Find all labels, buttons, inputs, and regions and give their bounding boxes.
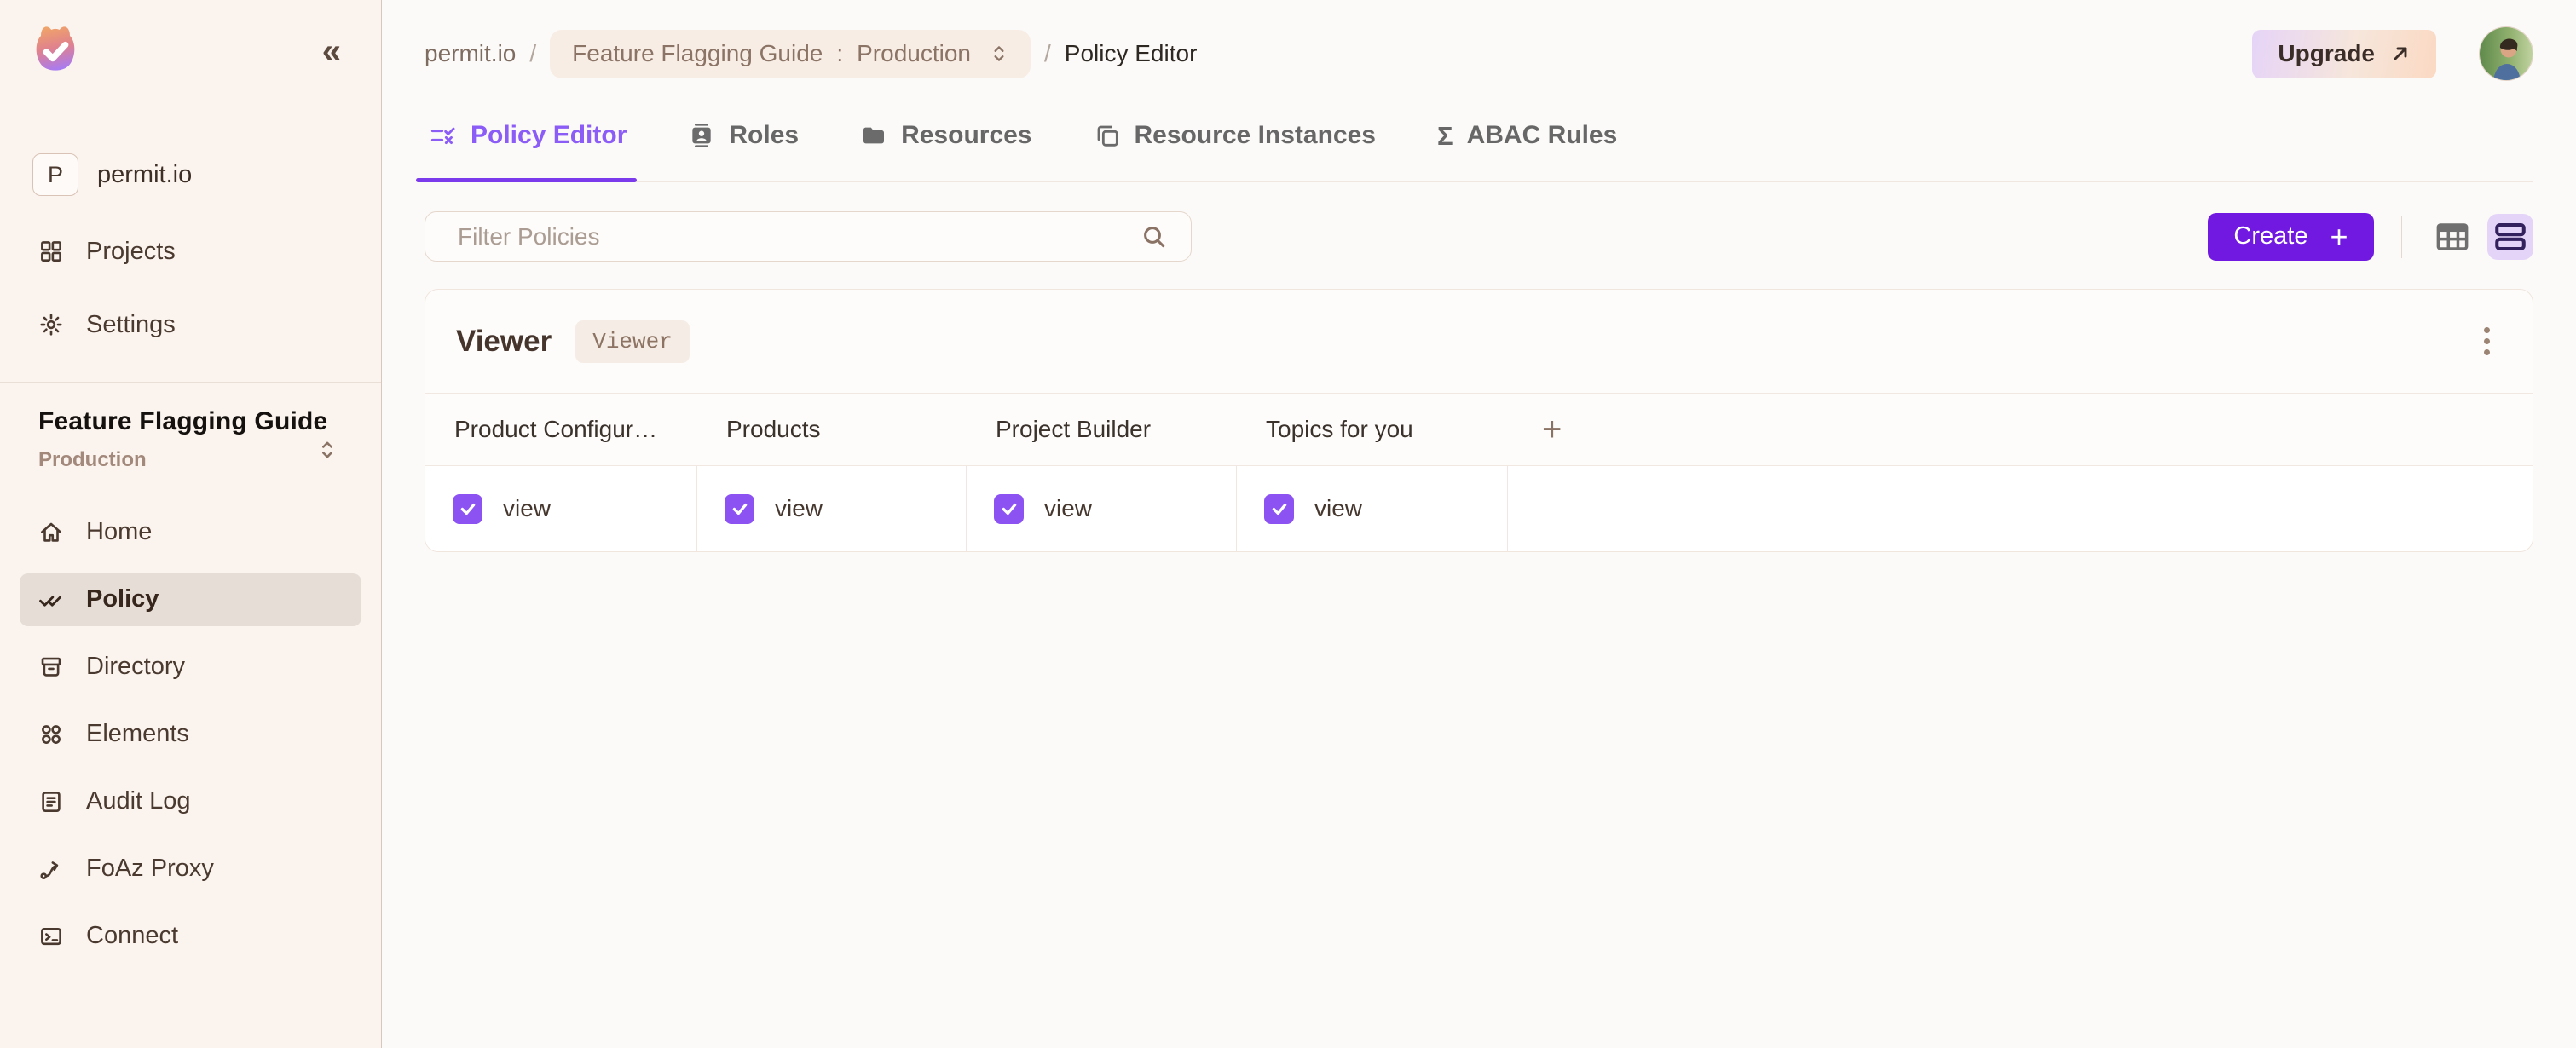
grid-icon [38,239,64,264]
role-key-badge: Viewer [575,320,690,363]
terminal-icon [38,924,64,949]
breadcrumb: permit.io / Feature Flagging Guide : Pro… [425,29,2533,78]
workspace-selector[interactable]: P permit.io [20,153,361,196]
sidebar-item-settings[interactable]: Settings [20,298,361,351]
permission-checkbox[interactable] [1264,494,1294,524]
permission-checkbox[interactable] [453,494,482,524]
copy-icon [1094,122,1121,149]
main-content: permit.io / Feature Flagging Guide : Pro… [382,0,2576,1048]
create-button[interactable]: Create + [2208,213,2373,261]
tab-resource-instances[interactable]: Resource Instances [1089,114,1381,181]
table-view-toggle[interactable] [2429,214,2475,260]
column-header: Topics for you [1237,394,1508,465]
tab-policy-editor[interactable]: Policy Editor [425,114,632,181]
sidebar-item-connect[interactable]: Connect [20,910,361,963]
pill-colon: : [836,40,843,67]
permission-checkbox[interactable] [994,494,1024,524]
sidebar-item-label: Policy [86,585,159,613]
double-check-icon [38,587,64,613]
permit-logo-icon [26,19,84,83]
sidebar-item-home[interactable]: Home [20,506,361,559]
column-header: Products [697,394,967,465]
breadcrumb-separator: / [1044,40,1051,67]
circles-grid-icon [38,722,64,747]
permission-column-headers: Product Configur… Products Project Build… [425,394,2533,466]
arrow-up-right-icon [2390,43,2411,64]
id-badge-icon [688,122,715,149]
empty-cell [1508,466,2533,551]
tab-abac-rules[interactable]: Σ ABAC Rules [1432,114,1622,181]
tab-label: Resources [901,121,1031,150]
sidebar-item-label: Connect [86,922,178,950]
breadcrumb-separator: / [529,40,536,67]
sidebar-item-policy[interactable]: Policy [20,573,361,626]
chevron-updown-icon [990,43,1008,65]
permission-label: view [1314,495,1362,522]
role-title: Viewer [456,325,552,359]
tab-roles[interactable]: Roles [683,114,804,181]
permission-row: view view view view [425,466,2533,551]
sidebar-item-directory[interactable]: Directory [20,641,361,694]
sidebar-divider [0,382,381,383]
tab-label: Resource Instances [1135,121,1376,150]
home-icon [38,520,64,545]
sidebar-item-audit-log[interactable]: Audit Log [20,775,361,828]
list-view-toggle[interactable] [2487,214,2533,260]
permission-label: view [775,495,823,522]
filter-policies-input[interactable] [425,211,1192,262]
toolbar-divider [2401,216,2403,258]
sidebar-item-label: Projects [86,238,176,266]
policy-checklist-icon [430,122,457,149]
tab-label: Roles [729,121,799,150]
workspace-initial-badge: P [32,153,78,196]
archive-icon [38,654,64,680]
environment-name: Production [38,448,343,472]
sidebar-item-label: Audit Log [86,787,191,815]
workspace-name: permit.io [97,161,192,189]
sidebar-item-label: Elements [86,720,189,748]
permission-label: view [1044,495,1092,522]
create-label: Create [2233,222,2307,250]
column-header: Product Configur… [425,394,697,465]
sidebar-item-label: FoAz Proxy [86,855,214,883]
chevron-updown-icon[interactable] [317,438,338,462]
kebab-menu-icon[interactable] [2472,319,2502,364]
breadcrumb-org[interactable]: permit.io [425,40,516,67]
sidebar-item-label: Directory [86,653,185,681]
route-arrow-icon [38,856,64,882]
user-avatar[interactable] [2479,26,2533,81]
tab-label: ABAC Rules [1467,121,1618,150]
search-icon [1141,223,1168,250]
project-environment-pill[interactable]: Feature Flagging Guide : Production [550,30,1031,78]
permission-checkbox[interactable] [725,494,754,524]
sidebar-item-label: Home [86,518,152,546]
add-column-button[interactable]: + [1508,394,2533,465]
breadcrumb-page: Policy Editor [1065,40,1198,67]
list-view-icon [2492,219,2528,255]
tab-resources[interactable]: Resources [855,114,1037,181]
project-selector[interactable]: Feature Flagging Guide Production [20,407,361,472]
column-header: Project Builder [967,394,1237,465]
permission-label: view [503,495,551,522]
folder-icon [860,122,887,149]
role-card-viewer: Viewer Viewer Product Configur… Products… [425,289,2533,552]
policy-toolbar: Create + [425,211,2533,262]
sidebar-item-label: Settings [86,311,176,339]
sidebar-item-projects[interactable]: Projects [20,225,361,278]
pill-environment-name: Production [857,40,971,67]
pill-project-name: Feature Flagging Guide [572,40,823,67]
sidebar-item-foaz-proxy[interactable]: FoAz Proxy [20,843,361,895]
sidebar: « P permit.io Projects Settings [0,0,382,1048]
upgrade-label: Upgrade [2278,40,2375,67]
sidebar-collapse-icon[interactable]: « [322,34,341,68]
tab-label: Policy Editor [471,121,627,150]
sidebar-item-elements[interactable]: Elements [20,708,361,761]
tab-bar: Policy Editor Roles Resources [425,114,2533,182]
document-lines-icon [38,789,64,815]
table-view-icon [2434,219,2470,255]
project-name: Feature Flagging Guide [38,407,343,436]
sigma-icon: Σ [1437,123,1453,149]
gear-icon [38,312,64,337]
upgrade-button[interactable]: Upgrade [2252,30,2436,78]
